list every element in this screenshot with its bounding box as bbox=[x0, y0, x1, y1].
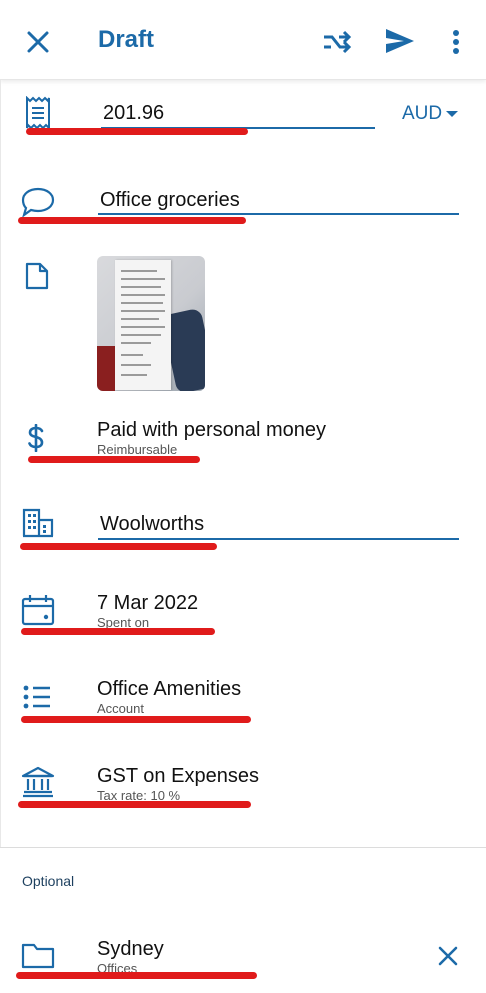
receipt-icon bbox=[24, 96, 52, 130]
payment-method-subtitle: Reimbursable bbox=[97, 442, 178, 457]
description-underline bbox=[98, 213, 459, 215]
chevron-down-icon[interactable] bbox=[446, 111, 458, 117]
list-icon bbox=[22, 684, 52, 710]
date-value[interactable]: 7 Mar 2022 bbox=[97, 592, 198, 615]
annotation-mark bbox=[21, 716, 251, 723]
dollar-icon bbox=[26, 424, 46, 452]
annotation-mark bbox=[20, 543, 217, 550]
app-bar: Draft bbox=[0, 0, 486, 80]
receipt-thumbnail[interactable] bbox=[97, 256, 205, 391]
account-value[interactable]: Office Amenities bbox=[97, 678, 241, 701]
annotation-mark bbox=[26, 128, 248, 135]
annotation-mark bbox=[28, 456, 200, 463]
thumbnail-detail bbox=[97, 346, 115, 391]
comment-icon bbox=[20, 186, 56, 218]
description-input[interactable]: Office groceries bbox=[100, 189, 240, 212]
annotation-mark bbox=[18, 801, 251, 808]
file-icon bbox=[25, 262, 49, 290]
annotation-mark bbox=[18, 217, 246, 224]
amount-input[interactable]: 201.96 bbox=[103, 102, 164, 125]
merchant-underline bbox=[98, 538, 459, 540]
annotation-mark bbox=[16, 972, 257, 979]
annotation-mark bbox=[21, 628, 215, 635]
more-vert-icon[interactable] bbox=[448, 28, 464, 56]
building-icon bbox=[22, 508, 54, 538]
close-icon[interactable] bbox=[24, 28, 52, 56]
section-divider bbox=[0, 847, 486, 848]
page-title: Draft bbox=[98, 26, 155, 53]
clear-location-icon[interactable] bbox=[436, 944, 460, 968]
account-label: Account bbox=[97, 701, 144, 716]
shuffle-icon[interactable] bbox=[322, 28, 352, 56]
bank-icon bbox=[21, 766, 55, 798]
send-icon[interactable] bbox=[384, 26, 416, 56]
currency-select[interactable]: AUD bbox=[402, 103, 442, 125]
tax-value[interactable]: GST on Expenses bbox=[97, 765, 259, 788]
merchant-input[interactable]: Woolworths bbox=[100, 513, 204, 536]
left-edge-divider bbox=[0, 80, 1, 847]
location-value[interactable]: Sydney bbox=[97, 938, 164, 961]
folder-icon bbox=[21, 941, 55, 969]
payment-method-title[interactable]: Paid with personal money bbox=[97, 419, 326, 442]
thumbnail-receipt-paper bbox=[115, 260, 171, 390]
calendar-icon bbox=[21, 594, 55, 626]
optional-heading: Optional bbox=[22, 873, 75, 889]
